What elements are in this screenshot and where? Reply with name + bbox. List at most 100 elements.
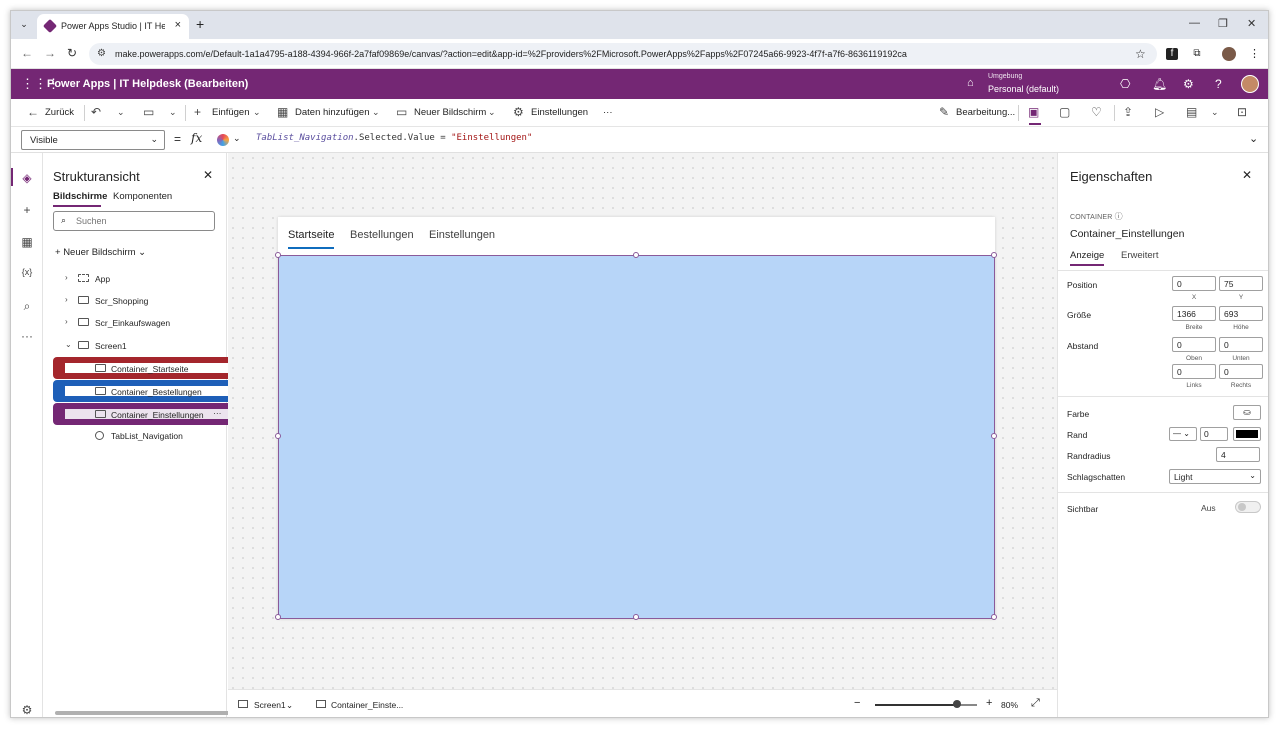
control-name[interactable]: Container_Einstellungen (1070, 228, 1184, 240)
chevron-right-icon[interactable]: › (65, 317, 68, 326)
tab-display[interactable]: Anzeige (1070, 250, 1104, 261)
tree-horizontal-scrollbar[interactable] (55, 711, 233, 715)
edit-mode-button[interactable]: Bearbeitung... (956, 107, 1015, 118)
comments-icon[interactable]: ▢ (1059, 105, 1070, 119)
environment-icon[interactable]: ⌂ (967, 77, 974, 89)
selected-container-einstellungen[interactable] (275, 252, 997, 620)
close-icon[interactable]: ✕ (1242, 168, 1252, 182)
fit-to-window-icon[interactable]: ⤢ (1031, 697, 1040, 710)
app-tab-bestellungen[interactable]: Bestellungen (350, 229, 414, 241)
help-icon[interactable]: ? (1215, 77, 1222, 91)
resize-handle[interactable] (633, 614, 639, 620)
highlight-container-einstellungen[interactable]: Container_Einstellungen ··· (53, 403, 239, 425)
position-y-input[interactable]: 75 (1219, 276, 1263, 291)
border-color-picker[interactable] (1233, 427, 1261, 441)
tab-screens[interactable]: Bildschirme (53, 191, 107, 202)
fill-color-picker[interactable]: ⛀ (1233, 405, 1261, 420)
puzzle-icon[interactable]: ⧉ (1191, 48, 1203, 60)
insert-icon[interactable]: + (20, 203, 34, 217)
insert-button[interactable]: Einfügen (212, 107, 250, 118)
window-close-icon[interactable]: ✕ (1247, 17, 1256, 30)
variables-icon[interactable]: {x} (20, 267, 34, 277)
tree-search-input[interactable] (76, 214, 206, 228)
copilot-icon[interactable]: ⎔ (1120, 77, 1130, 91)
undo-chevron-icon[interactable]: ⌄ (117, 107, 125, 118)
save-chevron-icon[interactable]: ⌄ (1211, 107, 1219, 118)
paste-chevron-icon[interactable]: ⌄ (169, 107, 177, 118)
bookmark-star-icon[interactable]: ☆ (1135, 47, 1146, 61)
chevron-right-icon[interactable]: › (65, 273, 68, 282)
new-tab-icon[interactable]: + (196, 16, 204, 32)
reload-icon[interactable]: ↻ (67, 46, 77, 60)
new-screen-button[interactable]: Neuer Bildschirm (414, 107, 486, 118)
settings-gear-icon[interactable]: ⚙ (20, 703, 34, 717)
padding-left-input[interactable]: 0 (1172, 364, 1216, 379)
padding-bottom-input[interactable]: 0 (1219, 337, 1263, 352)
tab-components[interactable]: Komponenten (113, 191, 172, 202)
resize-handle[interactable] (275, 614, 281, 620)
environment-value[interactable]: Personal (default) (988, 84, 1059, 94)
help-icon[interactable]: ⓘ (1115, 212, 1123, 221)
height-input[interactable]: 693 (1219, 306, 1263, 321)
resize-handle[interactable] (991, 252, 997, 258)
tree-search-box[interactable]: ⌕ (53, 211, 215, 231)
back-button[interactable]: Zurück (45, 107, 74, 118)
resize-handle[interactable] (275, 252, 281, 258)
resize-handle[interactable] (275, 433, 281, 439)
app-checker-icon[interactable]: ▣ (1028, 105, 1039, 119)
zoom-slider[interactable] (875, 700, 977, 708)
health-icon[interactable]: ♡ (1091, 105, 1102, 119)
minimize-icon[interactable]: — (1189, 17, 1200, 29)
browser-profile-avatar[interactable] (1222, 47, 1236, 61)
highlight-container-bestellungen[interactable]: Container_Bestellungen (53, 380, 239, 402)
tab-advanced[interactable]: Erweitert (1121, 250, 1158, 261)
user-avatar[interactable] (1241, 75, 1259, 93)
resize-handle[interactable] (991, 433, 997, 439)
chevron-down-icon[interactable]: ⌄ (65, 340, 72, 349)
insert-chevron-icon[interactable]: ⌄ (253, 107, 261, 118)
tree-item-tablist-navigation[interactable]: TabList_Navigation (43, 426, 227, 446)
more-commands-button[interactable]: ··· (603, 107, 613, 118)
app-tab-startseite[interactable]: Startseite (288, 229, 334, 241)
tree-item-scr-shopping[interactable]: › Scr_Shopping (43, 291, 227, 311)
tree-item-screen1[interactable]: ⌄ Screen1 (43, 336, 227, 356)
tab-close-icon[interactable]: × (175, 19, 181, 31)
browser-menu-icon[interactable]: ⋮ (1249, 47, 1260, 60)
publish-icon[interactable]: ⊡ (1237, 105, 1247, 119)
data-icon[interactable]: ▦ (20, 235, 34, 249)
formula-input[interactable]: TabList_Navigation.Selected.Value = "Ein… (256, 133, 532, 143)
resize-handle[interactable] (991, 614, 997, 620)
more-options-icon[interactable]: ··· (213, 408, 222, 418)
url-field[interactable]: ⚙ make.powerapps.com/e/Default-1a1a4795-… (89, 43, 1157, 65)
chevron-down-icon[interactable]: ⌄ (286, 700, 293, 711)
selected-control[interactable]: Container_Einste... (331, 700, 403, 710)
share-icon[interactable]: ⇪ (1123, 105, 1133, 119)
add-data-button[interactable]: Daten hinzufügen (295, 107, 369, 118)
tab-search-icon[interactable]: ⌄ (17, 17, 31, 31)
border-width-input[interactable]: 0 (1200, 427, 1228, 441)
position-x-input[interactable]: 0 (1172, 276, 1216, 291)
visible-toggle[interactable] (1235, 501, 1261, 513)
back-icon[interactable]: ← (21, 46, 33, 60)
settings-gear-icon[interactable]: ⚙ (1183, 77, 1194, 91)
add-data-chevron-icon[interactable]: ⌄ (372, 107, 380, 118)
shadow-select[interactable]: Light ⌄ (1169, 469, 1261, 484)
zoom-slider-thumb[interactable] (953, 700, 961, 708)
tree-item-scr-einkaufswagen[interactable]: › Scr_Einkaufswagen (43, 313, 227, 333)
copilot-formula-button[interactable]: ⌄ (214, 131, 244, 149)
zoom-out-icon[interactable]: − (854, 697, 860, 709)
restore-icon[interactable]: ❐ (1218, 17, 1228, 30)
border-radius-input[interactable]: 4 (1216, 447, 1260, 462)
close-icon[interactable]: ✕ (203, 168, 213, 182)
chevron-right-icon[interactable]: › (65, 295, 68, 304)
browser-tab[interactable]: Power Apps Studio | IT Helpdesk × (37, 14, 189, 39)
undo-icon[interactable]: ↶ (91, 105, 101, 119)
zoom-in-icon[interactable]: + (986, 697, 992, 709)
tree-view-icon[interactable]: ◈ (20, 171, 34, 185)
highlight-container-startseite[interactable]: Container_Startseite (53, 357, 239, 379)
border-style-select[interactable]: — ⌄ (1169, 427, 1197, 441)
padding-top-input[interactable]: 0 (1172, 337, 1216, 352)
current-screen-selector[interactable]: Screen1 (254, 700, 286, 710)
search-icon[interactable]: ⌕ (20, 299, 34, 314)
more-icon[interactable]: ··· (20, 329, 34, 343)
